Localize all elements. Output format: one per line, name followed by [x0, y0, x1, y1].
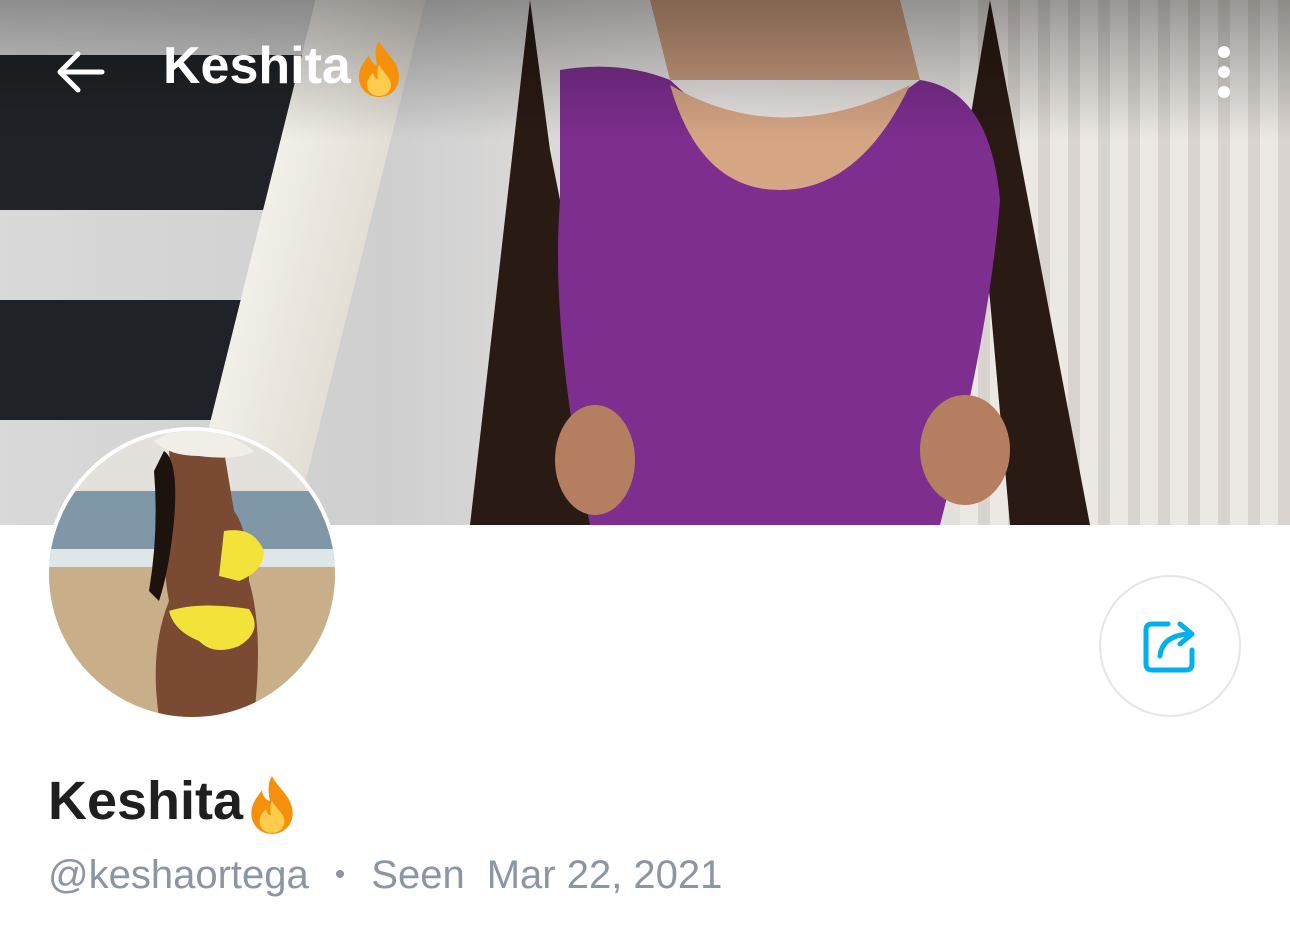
profile-meta: @keshaortega • Seen Mar 22, 2021 [48, 850, 722, 900]
more-options-button[interactable] [1196, 36, 1252, 108]
avatar[interactable] [45, 427, 339, 721]
page-title-text: Keshita [163, 37, 351, 95]
top-bar: Keshita [0, 0, 1290, 140]
more-vertical-icon [1218, 46, 1230, 98]
back-button[interactable] [44, 36, 116, 108]
share-icon [1143, 621, 1195, 673]
arrow-left-icon [57, 51, 105, 93]
profile-name-text: Keshita [48, 771, 244, 831]
profile-handle: @keshaortega [48, 853, 309, 897]
page-title: Keshita [163, 32, 407, 100]
share-button[interactable] [1099, 575, 1241, 717]
seen-label: Seen [371, 853, 465, 897]
profile-name: Keshita [48, 768, 301, 836]
fire-icon [358, 41, 399, 98]
seen-date: Mar 22, 2021 [486, 853, 723, 897]
separator-dot: • [334, 858, 346, 891]
avatar-image [49, 431, 335, 717]
fire-icon [251, 775, 293, 834]
